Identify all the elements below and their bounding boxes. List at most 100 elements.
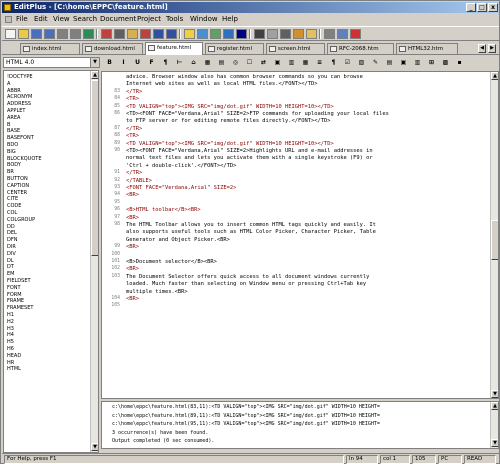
html-tool-button[interactable]: F xyxy=(146,58,157,68)
output-scrollbar[interactable]: ▲ ▼ xyxy=(490,402,498,448)
cut-icon[interactable] xyxy=(101,29,112,39)
spell-check-icon[interactable] xyxy=(83,29,94,39)
menu-help[interactable]: Help xyxy=(222,15,238,24)
app-icon[interactable] xyxy=(4,4,11,11)
user-tool-icon[interactable] xyxy=(337,29,348,39)
tag-list-item[interactable]: DD xyxy=(7,224,15,230)
tag-list-item[interactable]: DT xyxy=(7,264,14,270)
goto-icon[interactable] xyxy=(210,29,221,39)
output-window[interactable]: ▲ ▼ c:\home\eppc\feature.html(83,11):<TD… xyxy=(101,401,499,449)
replace-icon[interactable] xyxy=(197,29,208,39)
ruler-icon[interactable] xyxy=(267,29,278,39)
tag-list-scrollbar[interactable]: ▲ ▼ xyxy=(90,71,98,452)
tag-list-item[interactable]: FRAME xyxy=(7,298,24,304)
delete-icon[interactable] xyxy=(140,29,151,39)
html-tool-button[interactable]: ⊢ xyxy=(174,58,185,68)
tab-html32-htm[interactable]: HTML32.htm xyxy=(396,43,458,54)
menu-document[interactable]: Document xyxy=(100,15,136,24)
html-tool-button[interactable]: ▥ xyxy=(412,58,423,68)
undo-icon[interactable] xyxy=(153,29,164,39)
html-tool-button[interactable]: ⇄ xyxy=(258,58,269,68)
open-icon[interactable] xyxy=(18,29,29,39)
tag-set-select[interactable]: HTML 4.0 ▼ xyxy=(3,57,100,68)
tag-list-item[interactable]: DIR xyxy=(7,244,16,250)
tag-list-item[interactable]: H6 xyxy=(7,346,14,352)
tag-list-item[interactable]: BR xyxy=(7,169,14,175)
title-bar[interactable]: EditPlus - [C:\home\EPPC\feature.html] _… xyxy=(2,2,499,13)
output-icon[interactable] xyxy=(324,29,335,39)
browser-icon[interactable] xyxy=(223,29,234,39)
new-file-icon[interactable] xyxy=(5,29,16,39)
tab-register-html[interactable]: register.html xyxy=(205,43,264,54)
menu-project[interactable]: Project xyxy=(137,15,161,24)
html-tool-button[interactable]: ▤ xyxy=(216,58,227,68)
scroll-up-button[interactable]: ▲ xyxy=(91,71,98,79)
editor-vscrollbar[interactable]: ▲ ▼ xyxy=(490,72,498,398)
tab-screen-html[interactable]: screen.html xyxy=(266,43,325,54)
output-scroll-up-button[interactable]: ▲ xyxy=(491,402,498,410)
tag-list-item[interactable]: BASE xyxy=(7,128,20,134)
tag-list-item[interactable]: BASEFONT xyxy=(7,135,34,141)
html-tool-button[interactable]: ▣ xyxy=(272,58,283,68)
tab-index-html[interactable]: index.html xyxy=(20,43,80,54)
html-tool-button[interactable]: ☑ xyxy=(342,58,353,68)
save-all-icon[interactable] xyxy=(44,29,55,39)
tag-list-item[interactable]: DFN xyxy=(7,237,17,243)
word-wrap-icon[interactable] xyxy=(254,29,265,39)
tag-list-item[interactable]: FIELDSET xyxy=(7,278,31,284)
menu-tools[interactable]: Tools xyxy=(166,15,183,24)
redo-icon[interactable] xyxy=(166,29,177,39)
copy-icon[interactable] xyxy=(114,29,125,39)
tag-list-item[interactable]: APPLET xyxy=(7,108,25,114)
tag-list-item[interactable]: H2 xyxy=(7,319,14,325)
menu-file[interactable]: File xyxy=(16,15,28,24)
tag-list[interactable]: ▲ ▼ !DOCTYPE A ABBR ACRONYM ADDRESS APPLET ARE… xyxy=(3,70,99,453)
tag-list-item[interactable]: CODE xyxy=(7,203,21,209)
output-scroll-down-button[interactable]: ▼ xyxy=(491,439,498,447)
html-tool-button[interactable]: ▩ xyxy=(440,58,451,68)
tag-list-item[interactable]: !DOCTYPE xyxy=(7,74,33,80)
tag-list-item[interactable]: H3 xyxy=(7,326,14,332)
tab-download-html[interactable]: download.html xyxy=(82,43,143,54)
tag-list-item[interactable]: H1 xyxy=(7,312,14,318)
tag-list-item[interactable]: DIV xyxy=(7,251,16,257)
html-tool-button[interactable]: ▤ xyxy=(384,58,395,68)
print-preview-icon[interactable] xyxy=(70,29,81,39)
directory-icon[interactable] xyxy=(306,29,317,39)
tag-list-item[interactable]: BLOCKQUOTE xyxy=(7,156,42,162)
minimize-button[interactable]: _ xyxy=(466,3,476,12)
html-tool-button[interactable]: ▦ xyxy=(300,58,311,68)
menu-edit[interactable]: Edit xyxy=(34,15,48,24)
editor-scroll-down-button[interactable]: ▼ xyxy=(491,390,498,398)
tag-list-item[interactable]: B xyxy=(7,122,10,128)
html-tool-button[interactable]: ▪ xyxy=(454,58,465,68)
html-tool-button[interactable]: ▣ xyxy=(398,58,409,68)
tag-list-item[interactable]: HEAD xyxy=(7,353,21,359)
tag-list-item[interactable]: HTML xyxy=(7,366,21,372)
tag-list-item[interactable]: BDO xyxy=(7,142,18,148)
line-number-icon[interactable] xyxy=(280,29,291,39)
html-tool-button[interactable]: ▦ xyxy=(202,58,213,68)
tag-list-item[interactable]: DEL xyxy=(7,230,17,236)
tag-list-item[interactable]: CAPTION xyxy=(7,183,29,189)
tag-list-item[interactable]: AREA xyxy=(7,115,20,121)
tag-list-item[interactable]: ABBR xyxy=(7,88,21,94)
tag-list-item[interactable]: COL xyxy=(7,210,17,216)
tag-list-item[interactable]: H5 xyxy=(7,339,14,345)
tag-list-item[interactable]: FORM xyxy=(7,292,22,298)
paste-icon[interactable] xyxy=(127,29,138,39)
tag-list-item[interactable]: BIG xyxy=(7,149,16,155)
font-icon[interactable] xyxy=(236,29,247,39)
tag-list-item[interactable]: FRAMESET xyxy=(7,305,33,311)
find-icon[interactable] xyxy=(184,29,195,39)
html-tool-button[interactable]: ✎ xyxy=(370,58,381,68)
html-tool-button[interactable]: ¶ xyxy=(328,58,339,68)
tag-list-item[interactable]: BUTTON xyxy=(7,176,28,182)
tag-list-item[interactable]: BODY xyxy=(7,162,21,168)
tag-list-item[interactable]: ACRONYM xyxy=(7,94,32,100)
tab-scroll-left-button[interactable]: ◀ xyxy=(478,44,486,53)
cliptext-icon[interactable] xyxy=(293,29,304,39)
tab-scroll-right-button[interactable]: ▶ xyxy=(488,44,496,53)
tag-list-item[interactable]: H4 xyxy=(7,332,14,338)
html-tool-button[interactable]: ▧ xyxy=(356,58,367,68)
